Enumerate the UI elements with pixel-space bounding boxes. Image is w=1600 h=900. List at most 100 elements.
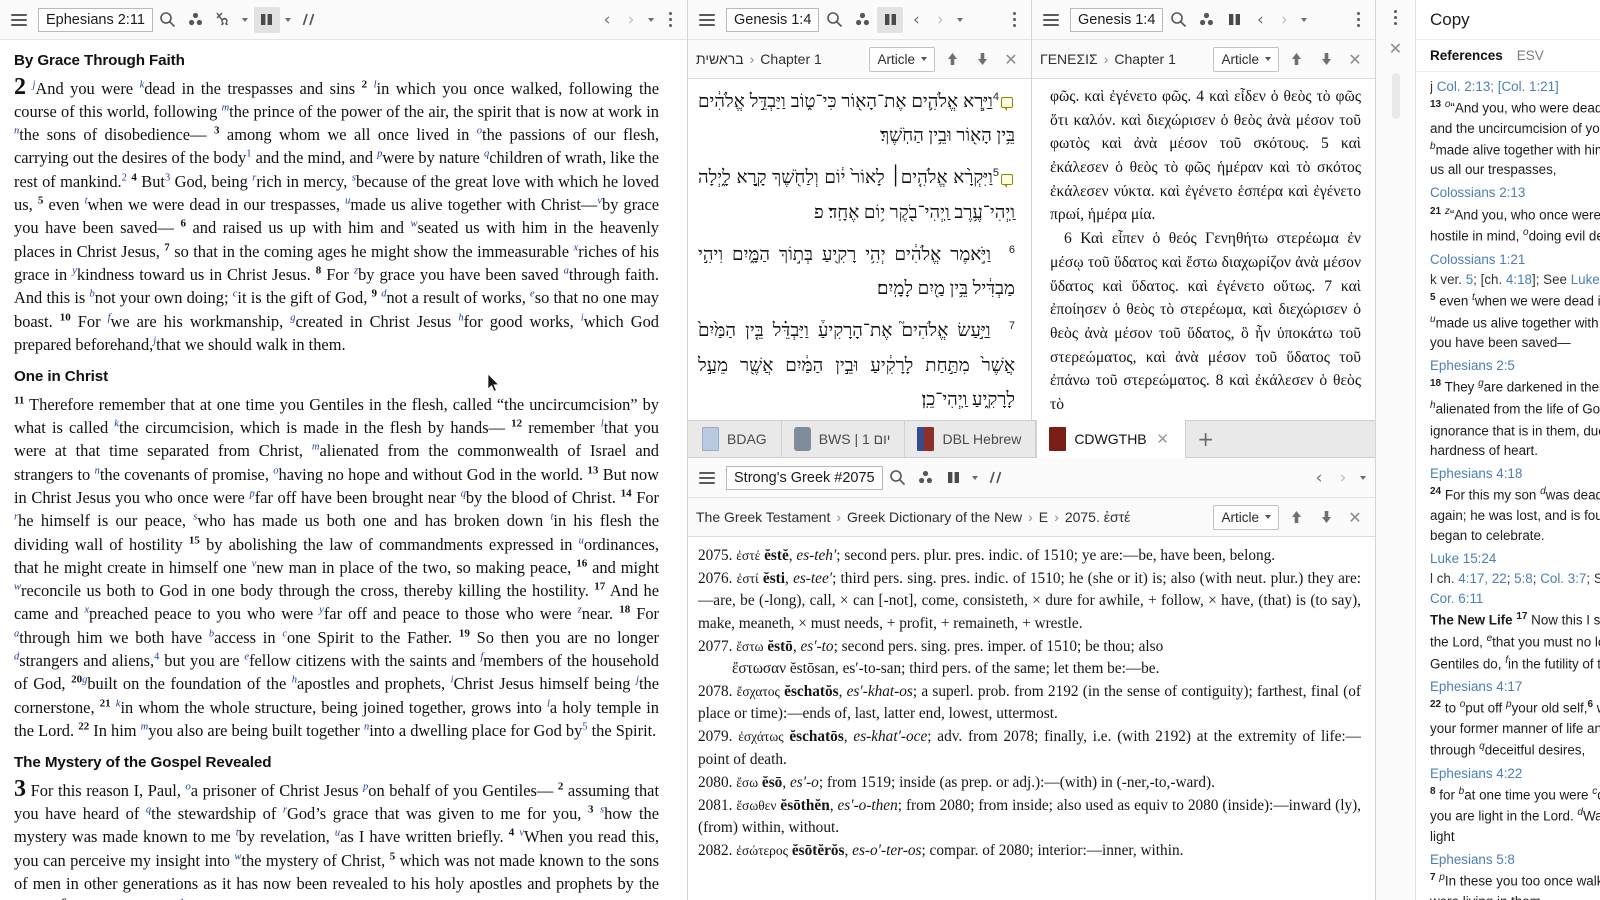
breadcrumb-chapter[interactable]: Chapter 1 (760, 51, 821, 67)
esv-text-body[interactable]: By Grace Through Faith 2 jAnd you were k… (0, 40, 687, 900)
chevron-right-icon[interactable]: › (1273, 7, 1295, 33)
dictionary-entry: 2079. ἐσχάτως ĕschatōs, es-khat′-oce; ad… (698, 728, 1361, 768)
breadcrumb-book[interactable]: בראשית (696, 51, 744, 67)
scroll-down-icon[interactable] (969, 46, 995, 72)
plus-icon[interactable]: + (1186, 420, 1226, 457)
hebrew-reference-input[interactable]: Genesis 1:4 (726, 7, 820, 32)
three-dots-cluster-icon[interactable] (1193, 7, 1219, 33)
chevron-down-icon-history[interactable] (644, 7, 657, 33)
search-icon[interactable] (821, 7, 847, 33)
reference-title[interactable]: Luke 15:24 (1430, 549, 1600, 569)
scroll-up-icon[interactable] (1283, 504, 1309, 530)
dictionary-entry: 2078. ἔσχατος ĕschatŏs, es′-khat-os; a s… (698, 683, 1361, 723)
breadcrumb-chapter[interactable]: Chapter 1 (1114, 51, 1175, 67)
scroll-up-icon[interactable] (939, 46, 965, 72)
reference-title[interactable]: Colossians 2:13 (1430, 183, 1600, 203)
scroll-down-icon[interactable] (1313, 46, 1339, 72)
close-icon[interactable]: ✕ (1343, 46, 1367, 72)
copy-button[interactable]: Copy (1416, 0, 1600, 40)
close-icon[interactable]: ✕ (1155, 430, 1171, 448)
kebab-menu-icon[interactable] (1003, 7, 1025, 33)
rail-scrollbar[interactable] (1391, 73, 1400, 119)
parallel-columns-icon[interactable] (253, 6, 280, 33)
search-icon[interactable] (885, 465, 911, 491)
chevron-down-icon-layout[interactable] (969, 465, 982, 491)
references-list[interactable]: j Col. 2:13; [Col. 1:21] 13 o“And you, w… (1416, 72, 1600, 900)
chevron-down-icon-history[interactable] (1297, 7, 1310, 33)
search-icon[interactable] (155, 7, 181, 33)
tab-dbl-hebrew[interactable]: DBL Hebrew (905, 420, 1037, 457)
chevron-right-icon[interactable]: › (1332, 465, 1354, 491)
article-selector[interactable]: Article (1213, 46, 1279, 72)
hebrew-greek-toggle-icon[interactable] (211, 7, 237, 33)
tab-bdag[interactable]: BDAG (690, 420, 782, 457)
reference-title[interactable]: Ephesians 5:8 (1430, 850, 1600, 870)
reference-text: hardness of heart. (1430, 443, 1538, 459)
chevron-left-icon[interactable]: ‹ (1249, 7, 1271, 33)
hamburger-icon[interactable] (694, 7, 720, 33)
chevron-down-icon-history[interactable] (1356, 465, 1369, 491)
hebrew-toolbar: Genesis 1:4 ‹ › (688, 0, 1031, 40)
tab-cdwgthb[interactable]: CDWGTHB ✕ (1036, 420, 1186, 458)
chapter-number-3: 3 (14, 775, 26, 802)
entry-greek: ἔσχατος (736, 684, 780, 700)
reference-text: hostile in mind, odoing evil deeds, (1430, 227, 1600, 244)
breadcrumb-entry[interactable]: 2075. ἐστέ (1065, 509, 1131, 525)
dictionary-entries[interactable]: 2075. ἐστέ ĕstĕ, es-teh′; second pers. p… (688, 537, 1375, 900)
kebab-menu-icon[interactable] (659, 7, 681, 33)
entry-pron: es′-khat-os (846, 683, 913, 701)
chevron-left-icon[interactable]: ‹ (905, 7, 927, 33)
breadcrumb-resource[interactable]: The Greek Testament (696, 509, 830, 525)
three-dots-cluster-icon[interactable] (913, 465, 939, 491)
breadcrumb-letter[interactable]: E (1039, 509, 1048, 525)
note-icon[interactable] (1001, 97, 1013, 112)
chevron-right-icon[interactable]: › (929, 7, 951, 33)
entry-number: 2075. (698, 547, 733, 564)
hamburger-icon[interactable] (694, 465, 720, 491)
entry-body: ; second pers. sing. pres. imper. of 151… (833, 637, 1164, 655)
scroll-down-icon[interactable] (1313, 504, 1339, 530)
chevron-down-icon-layout[interactable] (282, 7, 295, 33)
hebrew-text-body[interactable]: 4וַיַּ֧רְא אֱלֹהִ֛ים אֶת־הָא֖וֹר כִּי־ט֑… (688, 79, 1031, 420)
greek-text-body[interactable]: φῶς. καὶ ἐγένετο φῶς. 4 καὶ εἶδεν ὁ θεὸς… (1032, 79, 1375, 420)
reference-title[interactable]: Ephesians 4:18 (1430, 464, 1600, 484)
reference-title[interactable]: Colossians 1:21 (1430, 250, 1600, 270)
reference-title[interactable]: Ephesians 4:22 (1430, 764, 1600, 784)
reference-title[interactable]: Ephesians 4:17 (1430, 677, 1600, 697)
article-selector[interactable]: Article (1213, 504, 1279, 530)
parallel-columns-icon[interactable] (877, 6, 904, 33)
tab-bws[interactable]: BWS | 1 יום (782, 420, 906, 457)
greek-reference-input[interactable]: Genesis 1:4 (1070, 7, 1164, 32)
kebab-menu-icon[interactable] (1347, 7, 1369, 33)
close-icon[interactable]: ✕ (999, 46, 1023, 72)
reference-title[interactable]: Ephesians 2:5 (1430, 356, 1600, 376)
chevron-left-icon[interactable]: ‹ (596, 7, 618, 33)
greek-toolbar: Genesis 1:4 ‹ › (1032, 0, 1375, 40)
note-icon[interactable] (1001, 173, 1013, 188)
article-selector[interactable]: Article (869, 46, 935, 72)
kebab-menu-icon[interactable] (1385, 7, 1407, 27)
parallel-columns-icon[interactable] (941, 465, 967, 491)
dictionary-reference-input[interactable]: Strong's Greek #2075 (726, 465, 883, 490)
esv-reference-input[interactable]: Ephesians 2:11 (38, 7, 153, 32)
breadcrumb-book[interactable]: ΓΕΝΕΣΙΣ (1040, 51, 1098, 67)
double-slash-icon[interactable] (297, 7, 323, 33)
chevron-right-icon[interactable]: › (620, 7, 642, 33)
chevron-left-icon[interactable]: ‹ (1308, 465, 1330, 491)
scroll-up-icon[interactable] (1283, 46, 1309, 72)
tab-references[interactable]: References (1430, 48, 1503, 63)
tab-esv[interactable]: ESV (1517, 48, 1544, 63)
reference-head: l ch. 4:17, 22; 5:8; Col. 3:7; See Rom. (1430, 571, 1600, 587)
chevron-down-icon-history[interactable] (953, 7, 966, 33)
parallel-columns-icon[interactable] (1221, 7, 1247, 33)
chevron-down-icon-lang[interactable] (239, 7, 252, 33)
three-dots-cluster-icon[interactable] (849, 7, 875, 33)
hamburger-icon[interactable] (1038, 7, 1064, 33)
hamburger-icon[interactable] (6, 7, 32, 33)
close-icon[interactable]: ✕ (1384, 37, 1408, 59)
breadcrumb-section[interactable]: Greek Dictionary of the New (847, 509, 1022, 525)
double-slash-icon[interactable] (984, 465, 1010, 491)
close-icon[interactable]: ✕ (1343, 504, 1367, 530)
three-dots-cluster-icon[interactable] (183, 7, 209, 33)
search-icon[interactable] (1165, 7, 1191, 33)
